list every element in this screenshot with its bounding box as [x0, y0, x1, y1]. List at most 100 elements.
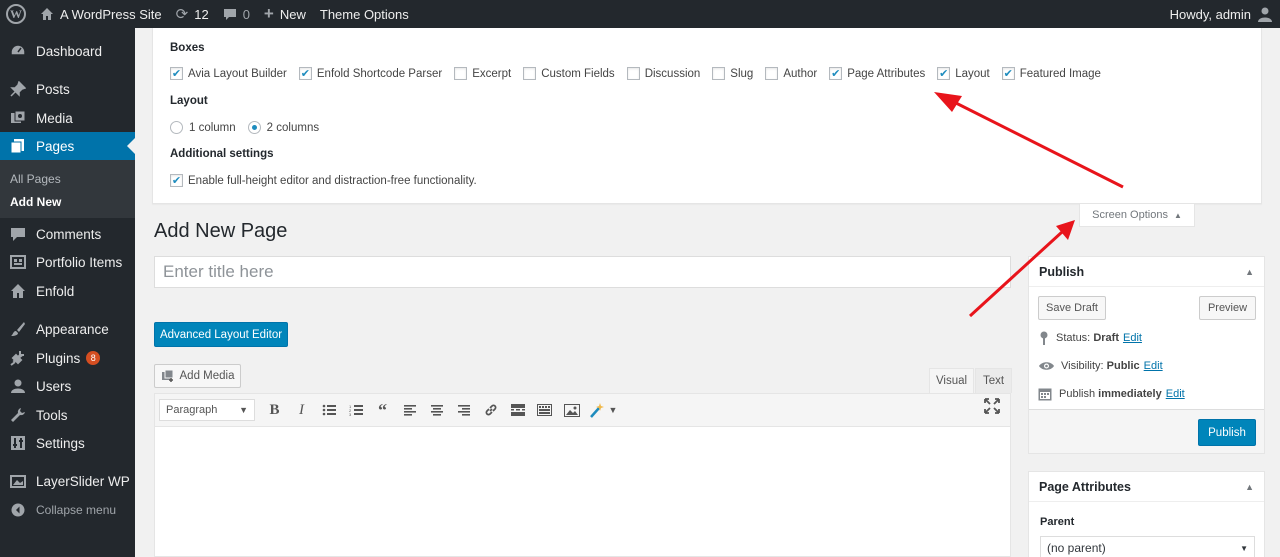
- checkbox-featured-image[interactable]: ✔ Featured Image: [1001, 67, 1101, 80]
- tab-text[interactable]: Text: [975, 368, 1012, 393]
- comments-link[interactable]: 0: [216, 0, 257, 28]
- sidebar-item-appearance[interactable]: Appearance: [0, 315, 135, 343]
- site-name-link[interactable]: A WordPress Site: [33, 0, 169, 28]
- publish-date-label: Publish: [1059, 388, 1096, 400]
- add-media-label: Add Media: [179, 370, 235, 382]
- align-left-icon[interactable]: [396, 398, 423, 422]
- sidebar-item-posts[interactable]: Posts: [0, 75, 135, 103]
- checkbox-checked-icon[interactable]: ✔: [298, 67, 312, 80]
- checkbox-checked-icon[interactable]: ✔: [829, 67, 843, 80]
- sidebar-item-pages[interactable]: Pages: [0, 132, 135, 160]
- edit-date-link[interactable]: Edit: [1166, 388, 1185, 400]
- eye-icon: [1039, 361, 1054, 371]
- sidebar-item-label: Posts: [36, 81, 70, 97]
- checkbox-checked-icon[interactable]: ✔: [170, 174, 183, 187]
- editor-toolbar: Paragraph ▼ B I 123 “ ▼: [154, 393, 1011, 427]
- preview-button[interactable]: Preview: [1199, 296, 1256, 320]
- editor-content-area[interactable]: [154, 427, 1011, 557]
- radio-2-columns[interactable]: 2 columns: [247, 121, 319, 134]
- blockquote-icon[interactable]: “: [369, 398, 396, 422]
- toolbar-toggle-icon[interactable]: [531, 398, 558, 422]
- parent-select[interactable]: (no parent) ▼: [1040, 536, 1255, 557]
- collapse-menu-button[interactable]: Collapse menu: [0, 496, 135, 524]
- save-draft-button[interactable]: Save Draft: [1038, 296, 1106, 320]
- checkbox-label: Author: [783, 67, 818, 80]
- checkbox-full-height-editor[interactable]: ✔ Enable full-height editor and distracti…: [170, 174, 477, 187]
- bullet-list-icon[interactable]: [315, 398, 342, 422]
- checkbox-author[interactable]: Author: [765, 67, 817, 80]
- publish-box-header[interactable]: Publish ▲: [1029, 257, 1264, 287]
- checkbox-unchecked-icon[interactable]: [523, 67, 537, 80]
- caret-up-icon[interactable]: ▲: [1245, 482, 1254, 492]
- screen-options-toggle[interactable]: Screen Options ▲: [1079, 204, 1195, 227]
- title-input[interactable]: [154, 256, 1011, 288]
- paintbrush-icon: [6, 321, 30, 337]
- checkbox-custom-fields[interactable]: Custom Fields: [523, 67, 615, 80]
- sidebar-item-users[interactable]: Users: [0, 372, 135, 400]
- checkbox-unchecked-icon[interactable]: [712, 67, 726, 80]
- checkbox-checked-icon[interactable]: ✔: [1001, 67, 1015, 80]
- layout-heading: Layout: [170, 95, 208, 107]
- radio-selected-icon[interactable]: [247, 121, 261, 134]
- wp-logo-menu[interactable]: W: [0, 0, 33, 28]
- image-icon[interactable]: [558, 398, 585, 422]
- format-select[interactable]: Paragraph ▼: [159, 399, 255, 421]
- theme-options-link[interactable]: Theme Options: [313, 0, 416, 28]
- submenu-add-new[interactable]: Add New: [10, 195, 61, 209]
- checkbox-avia-layout-builder[interactable]: ✔ Avia Layout Builder: [170, 67, 287, 80]
- sidebar-item-enfold[interactable]: Enfold: [0, 277, 135, 305]
- sidebar-item-settings[interactable]: Settings: [0, 429, 135, 457]
- radio-1-column[interactable]: 1 column: [170, 121, 236, 134]
- sidebar-item-media[interactable]: Media: [0, 104, 135, 132]
- my-account[interactable]: Howdy, admin: [1170, 7, 1280, 22]
- numbered-list-icon[interactable]: 123: [342, 398, 369, 422]
- publish-button[interactable]: Publish: [1198, 419, 1256, 446]
- pages-icon: [6, 138, 30, 154]
- magic-wand-icon[interactable]: ▼: [585, 398, 621, 422]
- portfolio-icon: [6, 254, 30, 270]
- checkbox-unchecked-icon[interactable]: [454, 67, 468, 80]
- read-more-icon[interactable]: [504, 398, 531, 422]
- radio-unselected-icon[interactable]: [170, 121, 183, 134]
- checkbox-enfold-shortcode-parser[interactable]: ✔ Enfold Shortcode Parser: [298, 67, 442, 80]
- tab-visual[interactable]: Visual: [929, 368, 974, 393]
- align-right-icon[interactable]: [450, 398, 477, 422]
- radio-label: 1 column: [189, 121, 236, 134]
- checkbox-label: Page Attributes: [847, 67, 926, 80]
- sidebar-item-tools[interactable]: Tools: [0, 401, 135, 429]
- sidebar-item-layerslider[interactable]: LayerSlider WP: [0, 467, 135, 495]
- italic-icon[interactable]: I: [288, 398, 315, 422]
- checkbox-discussion[interactable]: Discussion: [626, 67, 700, 80]
- align-center-icon[interactable]: [423, 398, 450, 422]
- link-icon[interactable]: [477, 398, 504, 422]
- checkbox-layout[interactable]: ✔ Layout: [937, 67, 990, 80]
- layout-radio-row: 1 column 2 columns: [170, 121, 331, 134]
- edit-visibility-link[interactable]: Edit: [1144, 360, 1163, 372]
- page-title: Add New Page: [154, 220, 288, 242]
- bold-icon[interactable]: B: [261, 398, 288, 422]
- fullscreen-icon[interactable]: [984, 398, 1000, 417]
- checkbox-unchecked-icon[interactable]: [626, 67, 640, 80]
- checkbox-slug[interactable]: Slug: [712, 67, 753, 80]
- advanced-layout-editor-button[interactable]: Advanced Layout Editor: [154, 322, 288, 347]
- checkbox-excerpt[interactable]: Excerpt: [454, 67, 511, 80]
- submenu-all-pages[interactable]: All Pages: [10, 172, 61, 186]
- sidebar-item-comments[interactable]: Comments: [0, 220, 135, 248]
- sidebar-item-portfolio-items[interactable]: Portfolio Items: [0, 248, 135, 276]
- publish-date-value: immediately: [1098, 388, 1162, 400]
- sidebar-item-dashboard[interactable]: Dashboard: [0, 37, 135, 65]
- new-content-link[interactable]: + New: [257, 0, 313, 28]
- checkbox-unchecked-icon[interactable]: [765, 67, 779, 80]
- checkbox-checked-icon[interactable]: ✔: [170, 67, 183, 80]
- add-media-button[interactable]: Add Media: [154, 364, 241, 388]
- sidebar-item-plugins[interactable]: Plugins 8: [0, 344, 135, 372]
- layerslider-icon: [6, 473, 30, 489]
- settings-icon: [6, 435, 30, 451]
- checkbox-page-attributes[interactable]: ✔ Page Attributes: [829, 67, 925, 80]
- wrench-icon: [6, 407, 30, 423]
- edit-status-link[interactable]: Edit: [1123, 332, 1142, 344]
- page-attributes-header[interactable]: Page Attributes ▲: [1029, 472, 1264, 502]
- updates-link[interactable]: ⟳ 12: [169, 0, 216, 28]
- checkbox-checked-icon[interactable]: ✔: [937, 67, 951, 80]
- caret-up-icon[interactable]: ▲: [1245, 267, 1254, 277]
